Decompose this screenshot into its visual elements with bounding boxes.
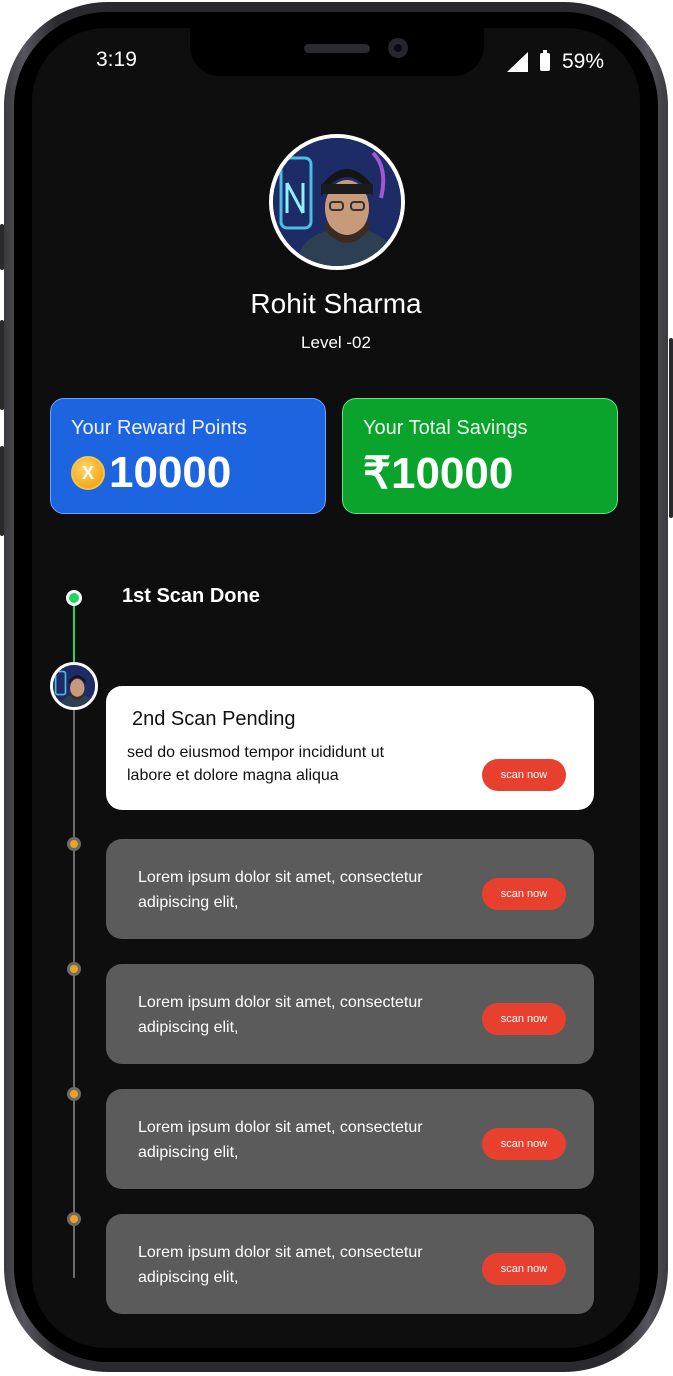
timeline-step-card[interactable]: Lorem ipsum dolor sit amet, consectetur … [106,839,594,939]
signal-icon [506,52,528,72]
timeline-line [73,708,75,1278]
total-savings-title: Your Total Savings [363,417,528,439]
timeline-step-dot [67,962,81,976]
total-savings-card[interactable]: Your Total Savings ₹10000 [342,398,618,514]
volume-down-button [0,446,4,536]
timeline-step-card[interactable]: Lorem ipsum dolor sit amet, consectetur … [106,1089,594,1189]
timeline-step-card[interactable]: Lorem ipsum dolor sit amet, consectetur … [106,1214,594,1314]
step-description: Lorem ipsum dolor sit amet, consectetur … [138,869,423,911]
scan-done-label: 1st Scan Done [122,585,260,607]
pending-scan-title: 2nd Scan Pending [132,708,296,730]
speaker-grille [304,44,370,53]
pending-scan-description: sed do eiusmod tempor incididunt ut labo… [127,744,385,784]
battery-icon [539,50,550,71]
timeline-current-avatar [50,662,98,710]
reward-points-value: 10000 [109,448,232,497]
scan-now-button[interactable]: scan now [482,759,566,791]
timeline-step-card[interactable]: Lorem ipsum dolor sit amet, consectetur … [106,964,594,1064]
app-screen: 3:19 59% Rohit Sharma Level -02 Your Rew… [32,28,640,1348]
avatar-photo [273,138,401,266]
reward-points-title: Your Reward Points [71,417,248,439]
scan-now-button[interactable]: scan now [482,1253,566,1285]
battery-percent: 59% [561,50,604,73]
reward-points-card[interactable]: Your Reward Points X 10000 [50,398,326,514]
scan-now-button[interactable]: scan now [482,878,566,910]
profile-level: Level -02 [301,333,371,352]
profile-name: Rohit Sharma [250,288,422,319]
step-description: Lorem ipsum dolor sit amet, consectetur … [138,1119,423,1161]
mute-switch [0,224,4,270]
timeline-step-dot [67,1087,81,1101]
step-description: Lorem ipsum dolor sit amet, consectetur … [138,994,423,1036]
timeline-done-dot [66,590,82,606]
avatar-photo-small [53,665,95,707]
profile-avatar[interactable] [269,134,405,270]
timeline-step-dot [67,1212,81,1226]
timeline-step-dot [67,837,81,851]
timeline-progress-line [73,598,75,666]
status-icons: 59% [506,50,604,74]
status-time: 3:19 [96,48,137,71]
step-description: Lorem ipsum dolor sit amet, consectetur … [138,1244,423,1286]
reward-points-value-row: X 10000 [71,448,305,498]
scan-now-button[interactable]: scan now [482,1003,566,1035]
total-savings-value: ₹10000 [363,449,514,498]
front-camera [388,38,408,58]
scan-now-button[interactable]: scan now [482,1128,566,1160]
coin-icon: X [71,456,105,490]
power-button [669,338,673,518]
pending-scan-card[interactable]: 2nd Scan Pending sed do eiusmod tempor i… [106,686,594,810]
volume-up-button [0,320,4,410]
